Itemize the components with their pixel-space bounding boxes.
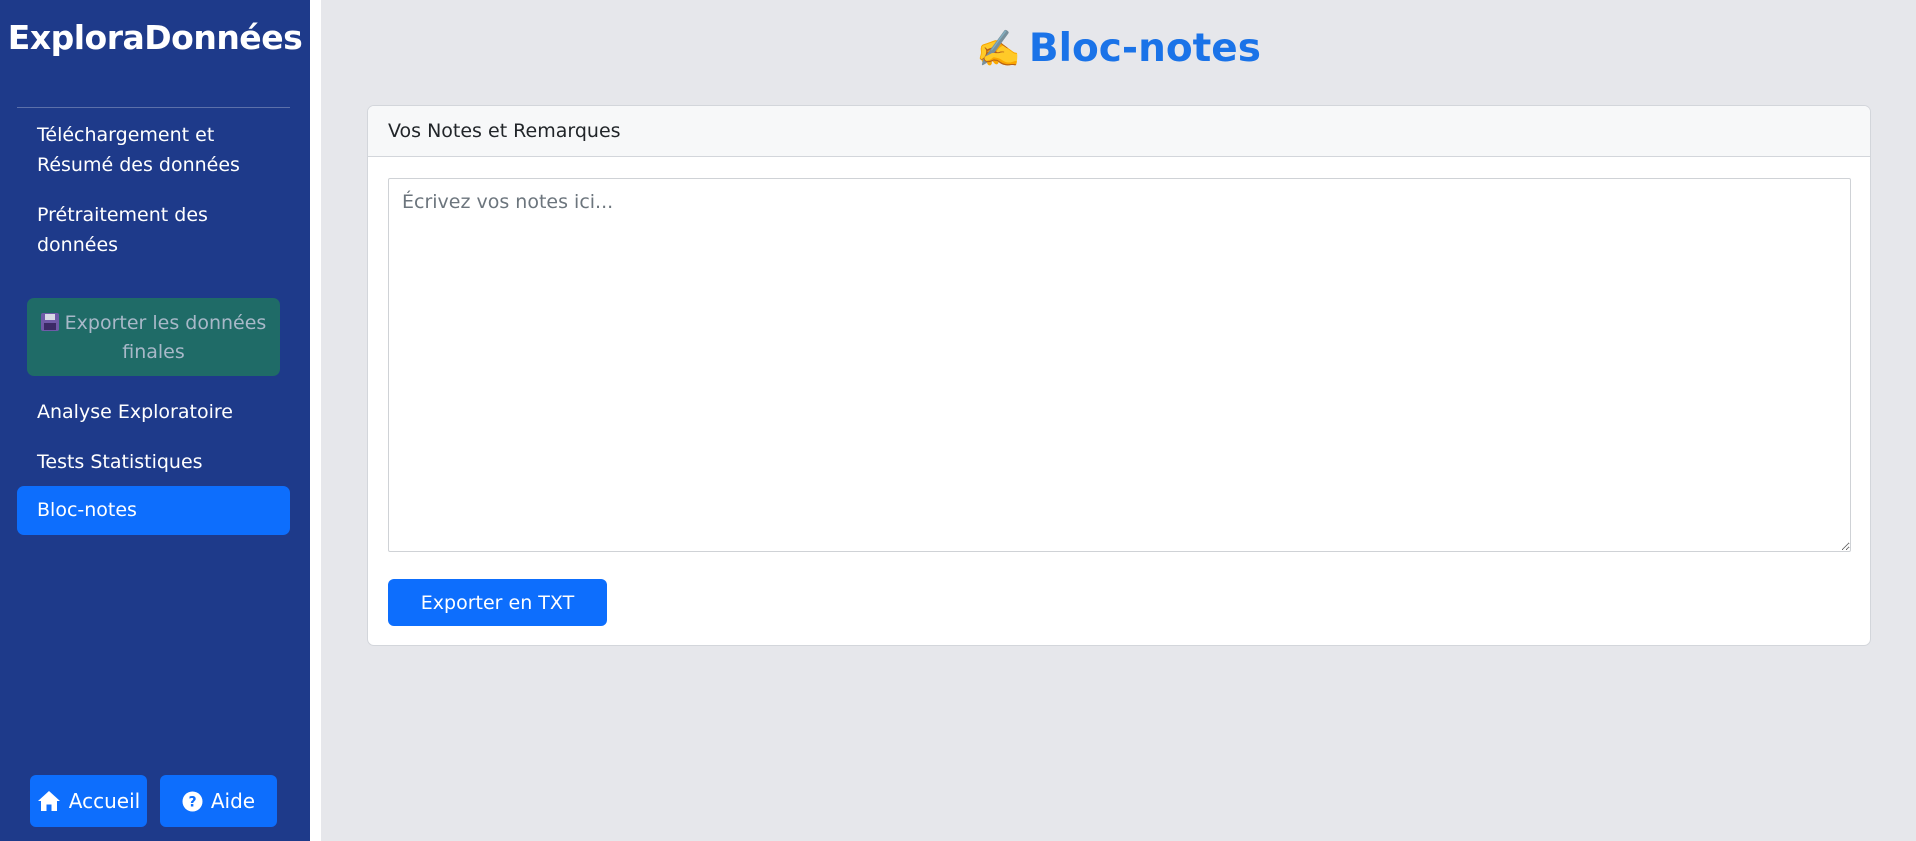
brand-divider (17, 107, 290, 108)
help-button[interactable]: ? Aide (160, 775, 277, 827)
export-final-data-label: Exporter les données finales (64, 312, 267, 363)
page-title-text: Bloc-notes (1028, 26, 1261, 71)
sidebar-item-preprocessing[interactable]: Prétraitement des données (17, 200, 290, 260)
home-icon (37, 791, 60, 811)
notes-textarea[interactable] (388, 178, 1851, 552)
sidebar-edge (310, 0, 321, 841)
export-final-data-button[interactable]: Exporter les données finales (27, 298, 280, 376)
sidebar-item-notepad[interactable]: Bloc-notes (17, 486, 290, 535)
export-txt-button[interactable]: Exporter en TXT (388, 579, 607, 626)
sidebar-item-label: Prétraitement des données (37, 204, 208, 256)
sidebar-item-label: Tests Statistiques (37, 451, 203, 473)
page-title: ✍️ Bloc-notes (321, 26, 1916, 71)
sidebar-item-upload-summary[interactable]: Téléchargement et Résumé des données (17, 120, 290, 180)
app-brand: ExploraDonnées (7, 18, 303, 57)
sidebar-item-exploratory-analysis[interactable]: Analyse Exploratoire (17, 397, 290, 427)
home-button[interactable]: Accueil (30, 775, 147, 827)
question-circle-icon: ? (182, 791, 203, 811)
sidebar-item-label: Bloc-notes (37, 499, 137, 521)
sidebar-item-label: Téléchargement et Résumé des données (37, 124, 240, 176)
notes-card: Vos Notes et Remarques Exporter en TXT (367, 105, 1871, 646)
home-button-label: Accueil (68, 789, 141, 813)
sidebar-item-label: Analyse Exploratoire (37, 401, 233, 423)
sidebar: ExploraDonnées Téléchargement et Résumé … (0, 0, 310, 841)
help-button-label: Aide (210, 789, 256, 813)
notes-card-header: Vos Notes et Remarques (368, 106, 1870, 157)
writing-hand-icon: ✍️ (976, 29, 1021, 70)
floppy-disk-icon (40, 313, 59, 331)
svg-text:?: ? (188, 794, 196, 810)
sidebar-item-statistical-tests[interactable]: Tests Statistiques (17, 447, 290, 477)
